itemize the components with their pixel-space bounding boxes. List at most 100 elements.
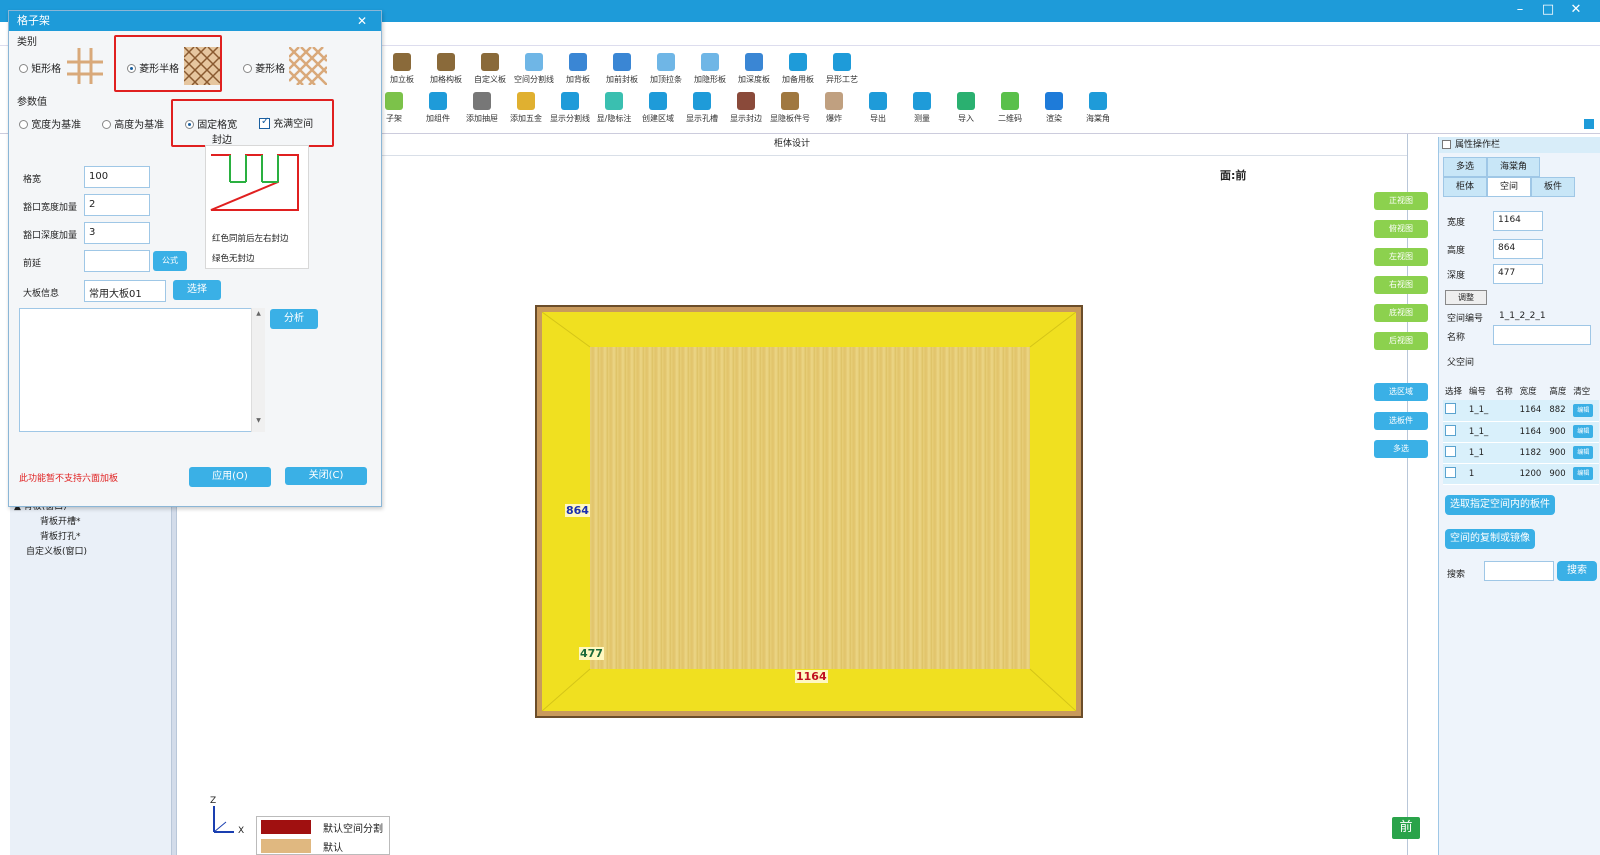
- hidden-board-button[interactable]: 加隐形板: [688, 51, 732, 89]
- right-view-button[interactable]: 右视图: [1374, 276, 1428, 294]
- base-height-option[interactable]: 高度为基准: [102, 116, 164, 131]
- board-info-input[interactable]: 常用大板01: [84, 280, 166, 302]
- tab-begonia-corner[interactable]: 海棠角: [1487, 157, 1541, 177]
- fixed-width-option[interactable]: 固定格宽: [185, 116, 237, 131]
- cabinet-model[interactable]: [535, 305, 1083, 718]
- select-parts-button[interactable]: 选板件: [1374, 412, 1428, 430]
- render-button[interactable]: 渲染: [1032, 90, 1076, 128]
- scroll-down-icon[interactable]: ▼: [252, 417, 265, 424]
- radio-base-height[interactable]: [102, 120, 111, 129]
- custom-board-button[interactable]: 自定义板: [468, 51, 512, 89]
- top-view-button[interactable]: 俯视图: [1374, 220, 1428, 238]
- left-view-button[interactable]: 左视图: [1374, 248, 1428, 266]
- toggle-part-no-button[interactable]: 显隐板件号: [768, 90, 812, 128]
- measure-button[interactable]: 测量: [900, 90, 944, 128]
- front-extend-input[interactable]: [84, 250, 150, 272]
- grid-board-icon: [437, 53, 455, 71]
- tree-item-back-hole[interactable]: 背板打孔*: [14, 530, 87, 545]
- select-parts-in-space-button[interactable]: 选取指定空间内的板件: [1445, 495, 1555, 515]
- back-board-button[interactable]: 加背板: [556, 51, 600, 89]
- add-component-button[interactable]: 加组件: [416, 90, 460, 128]
- row-edit-button[interactable]: 编辑: [1573, 467, 1594, 480]
- front-view-button[interactable]: 正视图: [1374, 192, 1428, 210]
- tab-cabinet[interactable]: 柜体: [1443, 177, 1488, 197]
- analysis-output[interactable]: [19, 308, 265, 432]
- dialog-close-icon[interactable]: ✕: [357, 11, 367, 31]
- explode-button[interactable]: 爆炸: [812, 90, 856, 128]
- add-hardware-button[interactable]: 添加五金: [504, 90, 548, 128]
- radio-fixed-width[interactable]: [185, 120, 194, 129]
- create-area-button[interactable]: 创建区域: [636, 90, 680, 128]
- category-rect-option[interactable]: 矩形格: [19, 60, 61, 75]
- shape-process-button[interactable]: 异形工艺: [820, 51, 864, 89]
- row-checkbox[interactable]: [1445, 445, 1456, 457]
- export-button[interactable]: 导出: [856, 90, 900, 128]
- depth-input[interactable]: 477: [1493, 264, 1543, 284]
- add-drawer-button[interactable]: 添加抽屉: [460, 90, 504, 128]
- height-input[interactable]: 864: [1493, 239, 1543, 259]
- front-seal-button[interactable]: 加前封板: [600, 51, 644, 89]
- show-edge-button[interactable]: 显示封边: [724, 90, 768, 128]
- width-input[interactable]: 1164: [1493, 211, 1543, 231]
- show-holes-button[interactable]: 显示孔槽: [680, 90, 724, 128]
- tab-board[interactable]: 板件: [1531, 177, 1576, 197]
- grid-board-button[interactable]: 加格构板: [424, 51, 468, 89]
- analyze-button[interactable]: 分析: [270, 309, 318, 329]
- depth-board-button[interactable]: 加深度板: [732, 51, 776, 89]
- radio-diamond-half[interactable]: [127, 64, 136, 73]
- close-button[interactable]: 关闭(C): [285, 467, 367, 485]
- copy-mirror-space-button[interactable]: 空间的复制或镜像: [1445, 529, 1535, 549]
- name-input[interactable]: [1493, 325, 1591, 345]
- toolbar-button-label: 加组件: [426, 114, 450, 123]
- spare-board-button[interactable]: 加备用板: [776, 51, 820, 89]
- row-edit-button[interactable]: 编辑: [1573, 425, 1594, 438]
- category-diamond-option[interactable]: 菱形格: [243, 60, 285, 75]
- radio-base-width[interactable]: [19, 120, 28, 129]
- close-window-button[interactable]: ✕: [1568, 2, 1584, 17]
- scroll-up-icon[interactable]: ▲: [252, 310, 265, 317]
- select-area-button[interactable]: 选区域: [1374, 383, 1428, 401]
- tab-multi-select[interactable]: 多选: [1443, 157, 1488, 177]
- show-split-button[interactable]: 显示分割线: [548, 90, 592, 128]
- row-edit-button[interactable]: 编辑: [1573, 446, 1594, 459]
- vertical-board-button[interactable]: 加立板: [380, 51, 424, 89]
- base-width-option[interactable]: 宽度为基准: [19, 116, 81, 131]
- toggle-label-button[interactable]: 显/隐标注: [592, 90, 636, 128]
- maximize-button[interactable]: □: [1540, 2, 1556, 17]
- tab-space[interactable]: 空间: [1487, 177, 1532, 197]
- minimize-button[interactable]: –: [1512, 2, 1528, 17]
- grid-width-input[interactable]: 100: [84, 166, 150, 188]
- row-edit-button[interactable]: 编辑: [1573, 403, 1594, 417]
- tree-item-custom-board[interactable]: 自定义板(窗口): [14, 545, 87, 560]
- adjust-button[interactable]: 调整: [1445, 290, 1487, 305]
- space-split-button[interactable]: 空间分割线: [512, 51, 556, 89]
- begonia-corner-button[interactable]: 海棠角: [1076, 90, 1120, 128]
- import-button[interactable]: 导入: [944, 90, 988, 128]
- radio-diamond[interactable]: [243, 64, 252, 73]
- toolbar-expand-icon[interactable]: [1584, 119, 1594, 129]
- view-cube-front[interactable]: 前: [1392, 817, 1420, 839]
- analysis-scrollbar[interactable]: ▲ ▼: [251, 308, 265, 432]
- qr-code-button[interactable]: 二维码: [988, 90, 1032, 128]
- fill-space-checkbox[interactable]: [259, 116, 270, 129]
- back-view-button[interactable]: 后视图: [1374, 332, 1428, 350]
- notch-depth-input[interactable]: 3: [84, 222, 150, 244]
- top-strip-button[interactable]: 加顶拉条: [644, 51, 688, 89]
- search-input[interactable]: [1484, 561, 1554, 581]
- search-button[interactable]: 搜索: [1557, 561, 1597, 581]
- tree-item-back-groove[interactable]: 背板开槽*: [14, 515, 87, 530]
- row-height: 900: [1547, 463, 1572, 485]
- select-board-button[interactable]: 选择: [173, 280, 221, 300]
- apply-button[interactable]: 应用(O): [189, 467, 271, 487]
- formula-button[interactable]: 公式: [153, 251, 187, 271]
- multi-select-button[interactable]: 多选: [1374, 440, 1428, 458]
- bottom-view-button[interactable]: 底视图: [1374, 304, 1428, 322]
- row-checkbox[interactable]: [1445, 403, 1456, 415]
- shape-process-icon: [833, 53, 851, 71]
- row-checkbox[interactable]: [1445, 424, 1456, 436]
- category-diamond-half-option[interactable]: 菱形半格: [127, 60, 179, 75]
- radio-rect[interactable]: [19, 64, 28, 73]
- notch-width-input[interactable]: 2: [84, 194, 150, 216]
- fill-space-option[interactable]: 充满空间: [259, 115, 313, 130]
- row-checkbox[interactable]: [1445, 466, 1456, 478]
